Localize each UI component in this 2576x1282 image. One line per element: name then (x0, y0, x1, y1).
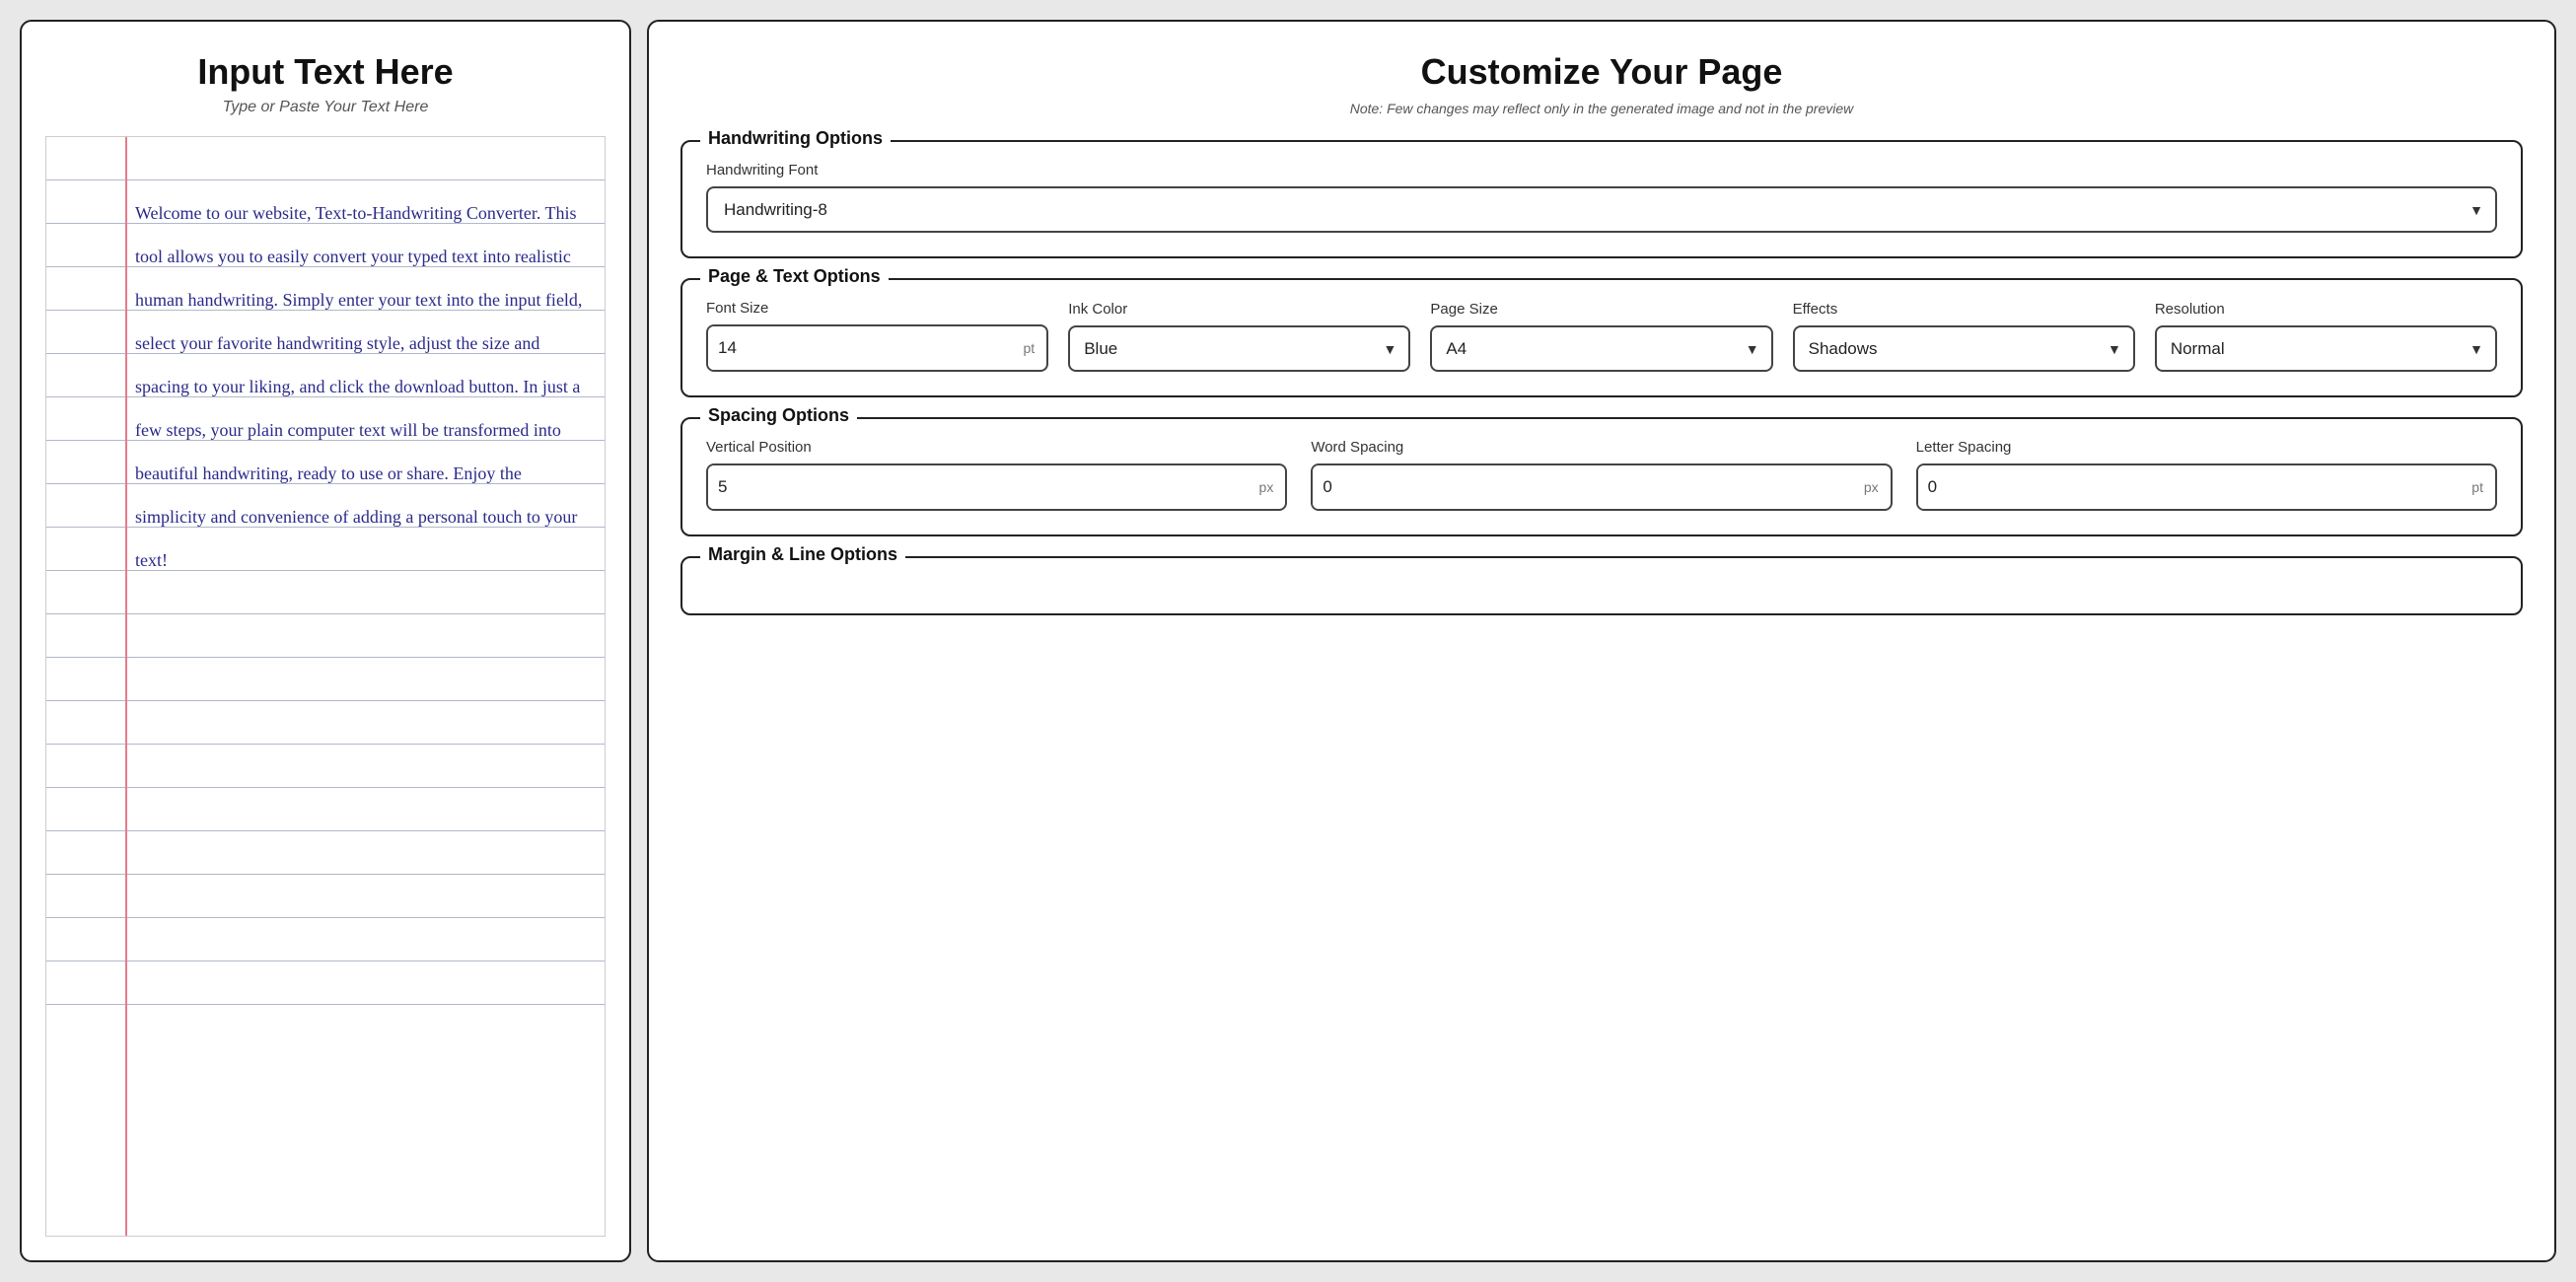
vertical-position-input-wrapper[interactable]: px (706, 463, 1287, 511)
right-panel-note: Note: Few changes may reflect only in th… (680, 101, 2523, 116)
font-size-unit: pt (1012, 340, 1047, 356)
vertical-position-unit: px (1248, 479, 1286, 495)
margin-line-options-section: Margin & Line Options (680, 556, 2523, 615)
notebook-line (46, 918, 605, 962)
effects-chevron-icon: ▼ (2108, 341, 2133, 357)
notebook-line (46, 962, 605, 1005)
page-text-options-section: Page & Text Options Font Size pt Ink Col… (680, 278, 2523, 397)
ink-color-label: Ink Color (1068, 301, 1410, 318)
page-size-chevron-icon: ▼ (1746, 341, 1771, 357)
effects-label: Effects (1793, 301, 2135, 318)
notebook-line (46, 701, 605, 745)
word-spacing-unit: px (1852, 479, 1891, 495)
ink-color-chevron-icon: ▼ (1384, 341, 1409, 357)
page-text-options-grid: Font Size pt Ink Color Black Blue Red Gr… (706, 300, 2497, 372)
ink-color-select[interactable]: Black Blue Red Green (1070, 327, 1383, 370)
font-select-wrapper[interactable]: Handwriting-1 Handwriting-2 Handwriting-… (706, 186, 2497, 233)
notebook-line (46, 745, 605, 788)
right-panel: Customize Your Page Note: Few changes ma… (647, 20, 2556, 1262)
notebook-line (46, 875, 605, 918)
word-spacing-input-wrapper[interactable]: px (1311, 463, 1892, 511)
vertical-position-field: Vertical Position px (706, 439, 1287, 511)
letter-spacing-field: Letter Spacing pt (1916, 439, 2497, 511)
left-panel: Input Text Here Type or Paste Your Text … (20, 20, 631, 1262)
notebook-line (46, 658, 605, 701)
left-panel-title: Input Text Here (197, 51, 453, 93)
notebook-line (46, 788, 605, 831)
notebook-line (46, 137, 605, 180)
font-label: Handwriting Font (706, 162, 2497, 178)
page-size-field: Page Size A4 A3 Letter Legal ▼ (1430, 301, 1772, 372)
right-panel-title: Customize Your Page (680, 51, 2523, 93)
ink-color-field: Ink Color Black Blue Red Green ▼ (1068, 301, 1410, 372)
handwriting-text: Welcome to our website, Text-to-Handwrit… (135, 191, 595, 582)
handwriting-font-select[interactable]: Handwriting-1 Handwriting-2 Handwriting-… (706, 186, 2497, 233)
word-spacing-label: Word Spacing (1311, 439, 1892, 456)
notebook-line (46, 614, 605, 658)
letter-spacing-input-wrapper[interactable]: pt (1916, 463, 2497, 511)
left-panel-subtitle: Type or Paste Your Text Here (223, 99, 429, 116)
font-size-label: Font Size (706, 300, 1048, 317)
word-spacing-field: Word Spacing px (1311, 439, 1892, 511)
font-size-field: Font Size pt (706, 300, 1048, 372)
spacing-grid: Vertical Position px Word Spacing px Let… (706, 439, 2497, 511)
page-size-select[interactable]: A4 A3 Letter Legal (1432, 327, 1745, 370)
letter-spacing-label: Letter Spacing (1916, 439, 2497, 456)
font-size-input[interactable] (708, 326, 1012, 370)
resolution-label: Resolution (2155, 301, 2497, 318)
resolution-chevron-icon: ▼ (2469, 341, 2495, 357)
page-size-select-wrapper[interactable]: A4 A3 Letter Legal ▼ (1430, 325, 1772, 372)
resolution-field: Resolution Low Normal High Ultra ▼ (2155, 301, 2497, 372)
spacing-options-title: Spacing Options (700, 405, 857, 426)
font-size-input-wrapper[interactable]: pt (706, 324, 1048, 372)
notebook-line (46, 831, 605, 875)
vertical-position-input[interactable] (708, 465, 1248, 509)
spacing-options-section: Spacing Options Vertical Position px Wor… (680, 417, 2523, 536)
letter-spacing-input[interactable] (1918, 465, 2461, 509)
word-spacing-input[interactable] (1313, 465, 1852, 509)
ink-color-select-wrapper[interactable]: Black Blue Red Green ▼ (1068, 325, 1410, 372)
effects-select-wrapper[interactable]: None Shadows Blur Glow ▼ (1793, 325, 2135, 372)
resolution-select-wrapper[interactable]: Low Normal High Ultra ▼ (2155, 325, 2497, 372)
handwriting-options-title: Handwriting Options (700, 128, 891, 149)
vertical-position-label: Vertical Position (706, 439, 1287, 456)
resolution-select[interactable]: Low Normal High Ultra (2157, 327, 2469, 370)
effects-select[interactable]: None Shadows Blur Glow (1795, 327, 2108, 370)
margin-line-options-title: Margin & Line Options (700, 544, 905, 565)
page-text-options-title: Page & Text Options (700, 266, 889, 287)
red-margin-line (125, 137, 127, 1236)
effects-field: Effects None Shadows Blur Glow ▼ (1793, 301, 2135, 372)
letter-spacing-unit: pt (2460, 479, 2495, 495)
notebook-area[interactable]: Welcome to our website, Text-to-Handwrit… (45, 136, 606, 1237)
handwriting-options-section: Handwriting Options Handwriting Font Han… (680, 140, 2523, 258)
page-size-label: Page Size (1430, 301, 1772, 318)
